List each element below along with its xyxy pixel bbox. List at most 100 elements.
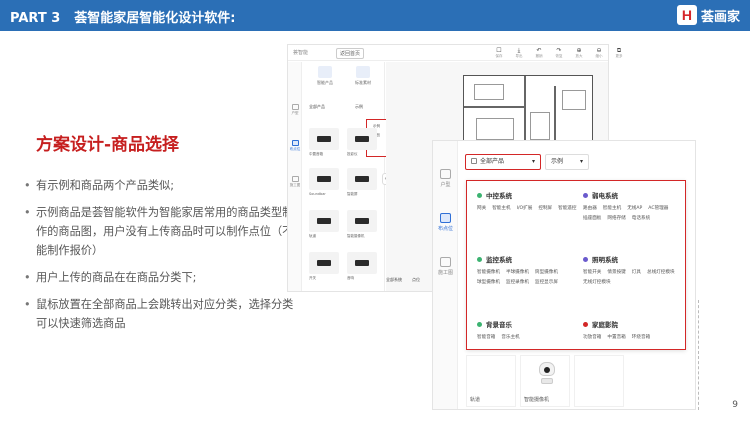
zoom-in-tool-button[interactable]: ⊕ 放大 xyxy=(573,47,585,58)
subcategory-item[interactable]: 中置音箱 xyxy=(607,334,625,341)
category-lighting[interactable]: 照明系统 智能开关 情景按键 灯具 总线灯控模块 无线灯控模块 xyxy=(583,254,688,286)
rail-points[interactable]: 布点位 xyxy=(433,213,458,232)
product-card[interactable]: 音响 xyxy=(347,252,379,286)
back-home-button[interactable]: 返回首页 xyxy=(336,48,365,59)
product-thumbnail xyxy=(309,128,339,150)
example-select[interactable]: 示例 ▾ xyxy=(545,154,589,170)
undo-tool-button[interactable]: ↶ 撤销 xyxy=(533,47,545,58)
header-title-text: 荟智能家居智能化设计软件: xyxy=(74,11,236,26)
room-outline xyxy=(474,84,504,100)
subcategory-item[interactable]: 球型摄像机 xyxy=(477,279,500,286)
tab-points[interactable]: 点位 xyxy=(412,277,420,283)
save-tool-button[interactable]: ☐ 保存 xyxy=(493,47,505,58)
category-dropdown: 中控系统 网关 智能主机 I/O扩展 控制屏 智能遥控 弱电系统 路由器 智能主… xyxy=(466,180,686,350)
product-card[interactable]: 智能摄像机 xyxy=(347,210,379,244)
guide-line xyxy=(698,300,699,410)
construction-icon xyxy=(440,257,451,267)
subcategory-item[interactable]: 插座面板 xyxy=(583,215,601,222)
app-topbar: 荟智能 返回首页 ☐ 保存 ⤓ 导出 ↶ 撤销 ↷ 恢复 ⊕ 放大 ⊖ 缩小 ⧉ 更多 xyxy=(288,45,623,61)
product-thumbnail xyxy=(309,210,339,232)
undo-icon: ↶ xyxy=(536,47,542,54)
subcategory-item[interactable]: 智能音箱 xyxy=(477,334,495,341)
category-background-music[interactable]: 背景音乐 智能音箱 音乐主机 xyxy=(477,319,582,341)
subcategory-item[interactable]: 监控显示屏 xyxy=(535,279,558,286)
subcategory-item[interactable]: 监控录像机 xyxy=(506,279,529,286)
floorplan-icon xyxy=(291,104,299,110)
product-card[interactable]: 智能屏 xyxy=(347,168,379,202)
subcategory-item[interactable]: 情景按键 xyxy=(607,269,625,276)
category-home-theater[interactable]: 家庭影院 功放音箱 中置音箱 环绕音箱 xyxy=(583,319,688,341)
subcategory-item[interactable]: 智能摄像机 xyxy=(477,269,500,276)
caret-down-icon: ▾ xyxy=(531,158,535,165)
page-number: 9 xyxy=(732,400,738,410)
category-dot-icon xyxy=(477,321,482,327)
product-card[interactable]: 智能摄像机 xyxy=(520,355,570,407)
product-panel: 智能产品 标准素材 全部产品 示例 示例 商品 中置音箱 Soundbar 智能… xyxy=(303,62,396,291)
wall-line xyxy=(524,76,526,148)
subcategory-item[interactable]: 智能主机 xyxy=(603,205,621,212)
category-dot-icon xyxy=(583,321,588,327)
brand-mark-icon: H xyxy=(676,5,697,25)
rail-construction[interactable]: 施工图 xyxy=(288,176,302,188)
subcategory-item[interactable]: 电话系统 xyxy=(632,215,650,222)
export-tool-button[interactable]: ⤓ 导出 xyxy=(513,47,525,58)
filter-example[interactable]: 示例 xyxy=(355,104,363,110)
rail-construction[interactable]: 施工图 xyxy=(433,257,458,276)
product-thumbnail xyxy=(347,128,377,150)
brand-logo: H 荟画家 xyxy=(676,4,740,26)
category-low-voltage[interactable]: 弱电系统 路由器 智能主机 无线AP AC管理器 插座面板 网络存储 电话系统 xyxy=(583,190,688,222)
product-card[interactable]: 开关 xyxy=(309,252,341,286)
floorplan-icon xyxy=(440,169,451,179)
filter-all-products[interactable]: 全部产品 xyxy=(309,104,325,110)
subcategory-item[interactable]: 无线AP xyxy=(627,205,642,212)
subcategory-item[interactable]: AC管理器 xyxy=(648,205,668,212)
tab-smart-products[interactable]: 智能产品 xyxy=(307,66,343,86)
construction-icon xyxy=(291,176,299,182)
zoom-out-tool-button[interactable]: ⊖ 缩小 xyxy=(593,47,605,58)
rail-points[interactable]: 布点位 xyxy=(288,140,302,152)
subcategory-item[interactable]: 路由器 xyxy=(583,205,597,212)
bullet-item: 用户上传的商品在在商品分类下; xyxy=(22,268,297,287)
subcategory-item[interactable]: 无线灯控模块 xyxy=(583,279,611,286)
subcategory-item[interactable]: 筒型摄像机 xyxy=(535,269,558,276)
caret-down-icon: ▾ xyxy=(579,158,583,165)
redo-tool-button[interactable]: ↷ 恢复 xyxy=(553,47,565,58)
product-thumbnail xyxy=(309,168,339,190)
header-title: PART 3 荟智能家居智能化设计软件: xyxy=(10,7,235,26)
category-dot-icon xyxy=(583,256,588,262)
subcategory-item[interactable]: 总线灯控模块 xyxy=(647,269,675,276)
subcategory-item[interactable]: 环绕音箱 xyxy=(632,334,650,341)
category-central-control[interactable]: 中控系统 网关 智能主机 I/O扩展 控制屏 智能遥控 xyxy=(477,190,582,212)
subcategory-item[interactable]: 音乐主机 xyxy=(501,334,519,341)
rail-floorplan[interactable]: 户型 xyxy=(433,169,458,188)
product-card[interactable]: Soundbar xyxy=(309,168,341,202)
product-card[interactable] xyxy=(574,355,624,407)
tab-all-systems[interactable]: 全部系统 xyxy=(386,277,402,283)
more-tool-button[interactable]: ⧉ 更多 xyxy=(613,47,625,58)
camera-icon xyxy=(537,362,557,386)
subcategory-item[interactable]: 智能遥控 xyxy=(558,205,576,212)
subcategory-item[interactable]: 半球摄像机 xyxy=(506,269,529,276)
more-icon: ⧉ xyxy=(616,47,622,54)
product-card[interactable]: 轨道 xyxy=(466,355,516,407)
subcategory-item[interactable]: 网络存储 xyxy=(607,215,625,222)
subcategory-item[interactable]: 智能主机 xyxy=(492,205,510,212)
subcategory-item[interactable]: 功放音箱 xyxy=(583,334,601,341)
part-label: PART 3 xyxy=(10,11,61,26)
all-products-select[interactable]: 全部产品 ▾ xyxy=(465,154,541,170)
app-side-rail: 户型 布点位 施工图 xyxy=(288,62,302,291)
zoom-side-rail: 户型 布点位 施工图 xyxy=(433,141,458,409)
tab-standard-material[interactable]: 标准素材 xyxy=(345,66,381,86)
subcategory-item[interactable]: 灯具 xyxy=(632,269,641,276)
subcategory-item[interactable]: I/O扩展 xyxy=(517,205,533,212)
category-surveillance[interactable]: 监控系统 智能摄像机 半球摄像机 筒型摄像机 球型摄像机 监控录像机 监控显示屏 xyxy=(477,254,582,286)
product-card[interactable]: 中置音箱 xyxy=(309,128,341,162)
product-card[interactable]: 轨道 xyxy=(309,210,341,244)
subcategory-item[interactable]: 智能开关 xyxy=(583,269,601,276)
subcategory-item[interactable]: 控制屏 xyxy=(538,205,552,212)
floor-plan-drawing[interactable] xyxy=(463,75,593,149)
subcategory-item[interactable]: 网关 xyxy=(477,205,486,212)
rail-floorplan[interactable]: 户型 xyxy=(288,104,302,116)
product-card[interactable]: 投影仪 xyxy=(347,128,379,162)
product-thumbnail xyxy=(309,252,339,274)
